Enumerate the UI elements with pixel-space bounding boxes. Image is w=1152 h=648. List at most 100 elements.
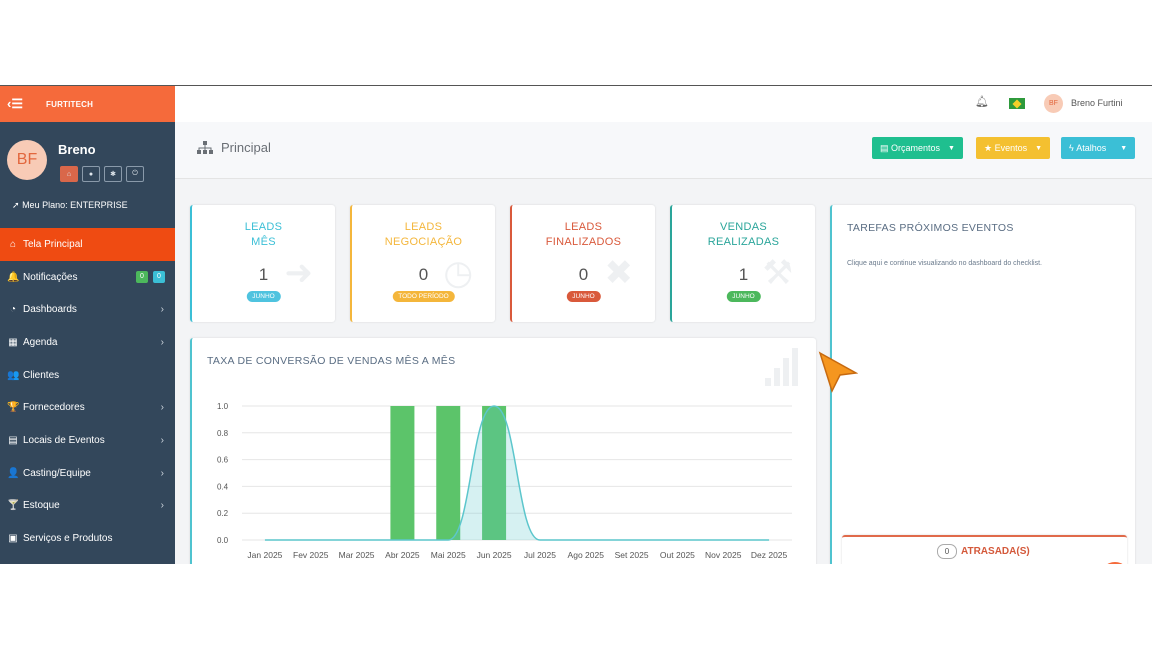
plan-info: ➚ Meu Plano: ENTERPRISE <box>0 192 175 228</box>
page-title-text: Principal <box>221 140 271 155</box>
stat-value: 0 <box>418 265 429 284</box>
sidebar-item-trophy[interactable]: 🏆 Fornecedores › <box>0 391 175 424</box>
stat-label-line1: LEADS <box>404 221 443 233</box>
sidebar-item-label: Casting/Equipe <box>23 467 91 479</box>
x-tick-label: Fev 2025 <box>293 550 329 560</box>
x-tick-label: Abr 2025 <box>385 550 420 560</box>
bell-icon: 🔔 <box>7 271 20 283</box>
power-icon[interactable]: ⏻ <box>126 166 144 182</box>
sidebar-nav: ⌂ Tela Principal 🔔 Notificações 0 0 ◔ Dashboard… <box>0 228 175 555</box>
conversion-chart-card: TAXA DE CONVERSÃO DE VENDAS MÊS A MÊS 0.… <box>190 338 816 564</box>
y-tick-label: 0.2 <box>217 509 229 518</box>
x-tick-label: Set 2025 <box>615 550 649 560</box>
home-icon[interactable]: ⌂ <box>60 166 78 182</box>
late-tasks-label: 0 ATRASADA(S) <box>937 544 1030 559</box>
sidebar-item-dashboard[interactable]: ◔ Dashboards › <box>0 293 175 326</box>
y-tick-label: 0.4 <box>217 482 229 491</box>
checklist-link[interactable]: Clique aqui e continue visualizando no d… <box>847 260 1042 267</box>
rocket-icon: ➚ <box>12 200 20 210</box>
chevron-right-icon: › <box>160 467 164 479</box>
y-tick-label: 0.6 <box>217 456 229 465</box>
caret-down-icon: ▼ <box>1035 144 1043 152</box>
sidebar: ‹☰ FURTITECH BF Breno ⌂ ● ✱ ⏻ ➚ Meu Plan… <box>0 86 175 564</box>
brand-name: FURTITECH <box>46 99 94 109</box>
chevron-right-icon: › <box>160 402 164 414</box>
stat-label-line2: MÊS <box>251 236 276 248</box>
stat-card[interactable]: ◷ LEADS NEGOCIAÇÃO 0 TODO PERÍODO <box>350 205 495 322</box>
bell-icon[interactable]: 🔔︎ <box>975 95 989 108</box>
stat-label-line1: VENDAS <box>719 221 768 233</box>
glass-icon: 🍸 <box>7 500 20 512</box>
user-name[interactable]: Breno Furtini <box>1071 98 1123 108</box>
menu-toggle-icon[interactable]: ‹☰ <box>0 86 30 122</box>
notification-badge: 0 <box>153 270 165 283</box>
y-tick-label: 0.8 <box>217 429 229 438</box>
pointer-cursor-icon <box>818 351 858 393</box>
sidebar-item-users[interactable]: 👥 Clientes <box>0 359 175 392</box>
x-tick-label: Ago 2025 <box>568 550 605 560</box>
bolt-icon: ϟ <box>1069 143 1077 153</box>
avatar[interactable]: BF <box>7 140 47 180</box>
conversion-chart: 0.0 0.2 0.4 0.6 0.8 1.0 Jan 2025 Fev 2025 Mar 20… <box>217 402 792 560</box>
sidebar-item-label: Fornecedores <box>23 402 85 414</box>
x-tick-label: Mar 2025 <box>339 550 375 560</box>
bar <box>436 406 461 540</box>
sidebar-item-building[interactable]: ▤ Locais de Eventos › <box>0 424 175 457</box>
orcamentos-label: Orçamentos <box>891 143 941 153</box>
building-icon: ▤ <box>8 434 18 446</box>
stat-label-line2: REALIZADAS <box>707 236 780 248</box>
stat-card[interactable]: ➜ LEADS MÊS 1 JUNHO <box>190 205 335 322</box>
sidebar-item-label: Tela Principal <box>23 238 83 250</box>
sidebar-item-box[interactable]: ▣ Serviços e Produtos <box>0 522 175 555</box>
orcamentos-button[interactable]: ▤ Orçamentos ▼ <box>872 137 963 159</box>
stat-value: 1 <box>738 265 749 284</box>
x-tick-label: Out 2025 <box>660 550 695 560</box>
sidebar-item-person[interactable]: 👤 Casting/Equipe › <box>0 457 175 490</box>
stat-period-badge: JUNHO <box>726 291 761 302</box>
caret-down-icon: ▼ <box>948 144 955 152</box>
y-tick-label: 1.0 <box>217 402 229 411</box>
sidebar-item-label: Locais de Eventos <box>23 434 105 446</box>
sidebar-item-label: Agenda <box>23 336 58 348</box>
stat-period-badge: JUNHO <box>566 291 601 302</box>
person-icon: 👤 <box>7 467 20 479</box>
x-tick-label: Jun 2025 <box>477 550 512 560</box>
topbar: 🔔︎ BF Breno Furtini <box>175 86 1152 123</box>
sidebar-item-bell[interactable]: 🔔 Notificações 0 0 <box>0 261 175 294</box>
stat-period-badge: TODO PERÍODO <box>392 291 455 302</box>
bar <box>390 406 415 540</box>
x-tick-label: Mai 2025 <box>431 550 466 560</box>
eventos-label: Eventos <box>994 143 1028 153</box>
stat-label: LEADS FINALIZADOS <box>512 220 655 250</box>
sidebar-item-label: Dashboards <box>23 304 77 316</box>
stat-label-line1: LEADS <box>564 221 603 233</box>
sidebar-item-home[interactable]: ⌂ Tela Principal <box>0 228 175 261</box>
user-avatar[interactable]: BF <box>1044 94 1063 113</box>
notification-badge: 0 <box>136 270 148 283</box>
sidebar-item-glass[interactable]: 🍸 Estoque › <box>0 490 175 523</box>
stat-card[interactable]: ⚒ VENDAS REALIZADAS 1 JUNHO <box>670 205 815 322</box>
atalhos-label: Atalhos <box>1076 143 1107 153</box>
stat-card[interactable]: ✖ LEADS FINALIZADOS 0 JUNHO <box>510 205 655 322</box>
trophy-icon: 🏆 <box>7 402 20 414</box>
profile: BF Breno ⌂ ● ✱ ⏻ <box>0 122 175 192</box>
document-icon: ▤ <box>880 142 892 153</box>
y-tick-label: 0.0 <box>217 536 229 545</box>
stat-label: LEADS NEGOCIAÇÃO <box>352 220 495 250</box>
x-tick-label: Dez 2025 <box>751 550 788 560</box>
eventos-button[interactable]: ★ Eventos ▼ <box>976 137 1051 159</box>
stat-value: 1 <box>258 265 269 284</box>
atalhos-button[interactable]: ϟ Atalhos ▼ <box>1061 137 1136 159</box>
chevron-right-icon: › <box>160 500 164 512</box>
late-label: ATRASADA(S) <box>961 546 1030 557</box>
user-icon[interactable]: ● <box>82 166 100 182</box>
sidebar-item-calendar[interactable]: ▦ Agenda › <box>0 326 175 359</box>
sidebar-item-label: Serviços e Produtos <box>23 533 113 545</box>
stat-label-line2: NEGOCIAÇÃO <box>384 236 463 248</box>
chevron-right-icon: › <box>160 336 164 348</box>
dashboard-icon: ◔ <box>9 304 17 316</box>
brazil-flag-icon[interactable] <box>1009 98 1025 109</box>
gear-icon[interactable]: ✱ <box>104 166 122 182</box>
users-icon: 👥 <box>7 369 20 381</box>
page-header: Principal ▤ Orçamentos ▼ ★ Eventos ▼ ϟ Ata… <box>175 122 1152 179</box>
